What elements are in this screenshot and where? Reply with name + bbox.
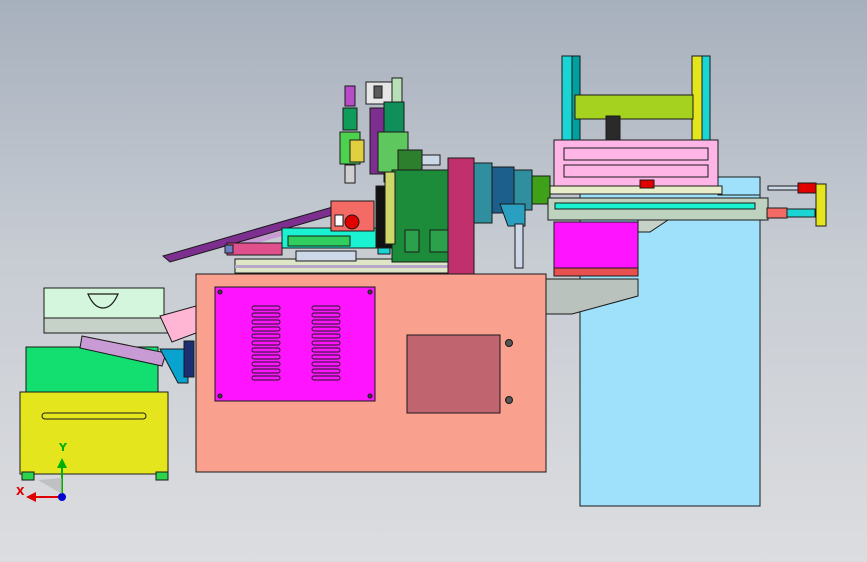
control-panel[interactable]	[214, 286, 376, 402]
machine-assembly-model[interactable]	[0, 0, 867, 562]
axis-x-label: X	[16, 485, 25, 498]
upper-tooling[interactable]	[339, 77, 441, 184]
axis-y-label: Y	[59, 441, 67, 454]
gearbox[interactable]	[384, 169, 449, 263]
access-door[interactable]	[406, 334, 513, 414]
spindle-hub[interactable]	[447, 157, 551, 275]
cad-viewport[interactable]: Y X	[0, 0, 867, 562]
collection-bin-assembly[interactable]	[19, 287, 197, 481]
pusher-rod[interactable]	[766, 182, 827, 227]
